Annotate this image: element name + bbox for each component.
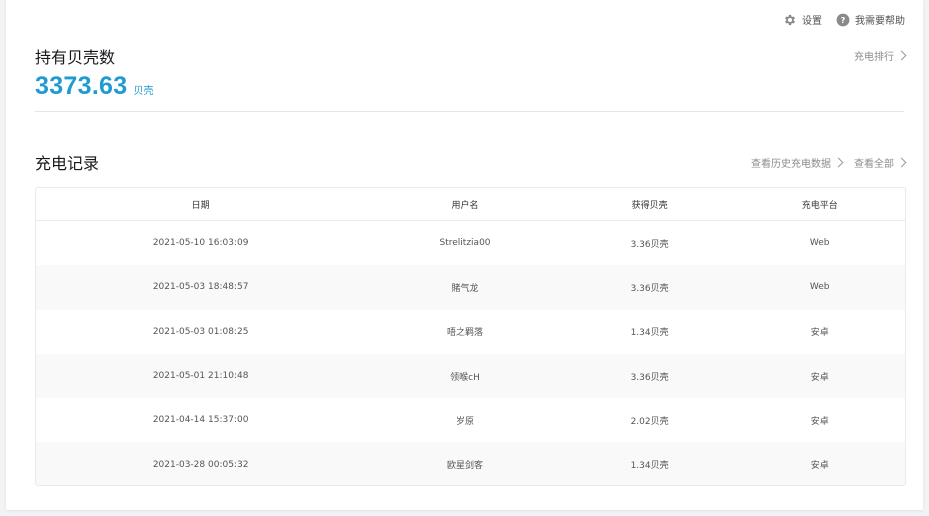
cell-shells: 1.34贝壳 [630, 328, 669, 339]
cell-user: 岁原 [456, 416, 475, 427]
column-header-user: 用户名 [451, 200, 479, 211]
chevron-right-icon [833, 157, 844, 168]
help-label: 我需要帮助 [855, 16, 905, 27]
cell-user: Strelitzia00 [439, 238, 491, 249]
help-icon: ? [836, 13, 850, 26]
settings-button[interactable]: 设置 [783, 12, 822, 27]
divider [35, 111, 904, 112]
top-actions: 设置 ? 我需要帮助 [769, 12, 905, 27]
table-row: 2021-04-14 15:37:00 岁原 2.02贝壳 安卓 [36, 398, 905, 442]
table-row: 2021-05-01 21:10:48 领喉cH 3.36贝壳 安卓 [36, 353, 905, 399]
balance-value: 3373.63 [35, 72, 128, 100]
cell-shells: 2.02贝壳 [630, 416, 669, 427]
table-row: 2021-03-28 00:05:32 欧星剑客 1.34贝壳 安卓 [36, 442, 905, 485]
cell-platform: 安卓 [810, 328, 829, 339]
history-link-label: 查看历史充电数据 [751, 159, 831, 170]
svg-text:?: ? [841, 14, 846, 24]
cell-shells: 1.34贝壳 [630, 461, 669, 472]
balance-display: 3373.63 贝壳 [35, 72, 153, 101]
chevron-right-icon [896, 157, 907, 168]
cell-shells: 3.36贝壳 [630, 283, 669, 294]
cell-user: 唔之羁落 [447, 328, 484, 339]
cell-shells: 3.36贝壳 [630, 372, 669, 383]
table-row: 2021-05-10 16:03:09 Strelitzia00 3.36贝壳 … [36, 221, 905, 265]
cell-date: 2021-04-14 15:37:00 [152, 415, 249, 426]
records-title: 充电记录 [35, 154, 100, 173]
ranking-link-label: 充电排行 [854, 52, 894, 63]
column-header-shells: 获得贝壳 [631, 200, 668, 211]
table-row: 2021-05-03 01:08:25 唔之羁落 1.34贝壳 安卓 [36, 310, 905, 354]
table-header: 日期 用户名 获得贝壳 充电平台 [36, 188, 905, 221]
chevron-right-icon [896, 50, 907, 61]
cell-user: 欧星剑客 [447, 461, 484, 472]
history-link[interactable]: 查看历史充电数据 [751, 155, 844, 170]
cell-date: 2021-03-28 00:05:32 [152, 459, 249, 470]
column-header-platform: 充电平台 [801, 200, 838, 211]
cell-shells: 3.36贝壳 [630, 239, 669, 250]
cell-platform: Web [809, 238, 830, 249]
balance-title: 持有贝壳数 [35, 48, 116, 67]
view-all-link[interactable]: 查看全部 [854, 155, 907, 170]
cell-platform: 安卓 [810, 461, 829, 472]
column-header-date: 日期 [191, 200, 210, 211]
cell-user: 领喉cH [450, 372, 480, 383]
cell-platform: 安卓 [810, 416, 829, 427]
table-row: 2021-05-03 18:48:57 賭气龙 3.36贝壳 Web [36, 265, 905, 310]
cell-platform: 安卓 [810, 372, 829, 383]
gear-icon [785, 14, 795, 25]
cell-date: 2021-05-10 16:03:09 [152, 238, 249, 249]
records-table: 日期 用户名 获得贝壳 充电平台 2021-05-10 16:03:09 Str… [35, 187, 906, 486]
cell-date: 2021-05-03 01:08:25 [152, 326, 249, 337]
recharge-panel: 设置 ? 我需要帮助 持有贝壳数 充电排行 3373.63 贝壳 充电记录 查看… [6, 0, 923, 510]
view-all-link-label: 查看全部 [854, 159, 894, 170]
help-button[interactable]: ? 我需要帮助 [836, 12, 905, 27]
cell-date: 2021-05-03 18:48:57 [152, 282, 249, 293]
cell-date: 2021-05-01 21:10:48 [152, 371, 249, 382]
cell-user: 賭气龙 [451, 283, 479, 294]
cell-platform: Web [809, 282, 830, 293]
ranking-link[interactable]: 充电排行 [854, 48, 907, 63]
balance-unit: 贝壳 [133, 86, 154, 97]
settings-label: 设置 [802, 16, 822, 27]
